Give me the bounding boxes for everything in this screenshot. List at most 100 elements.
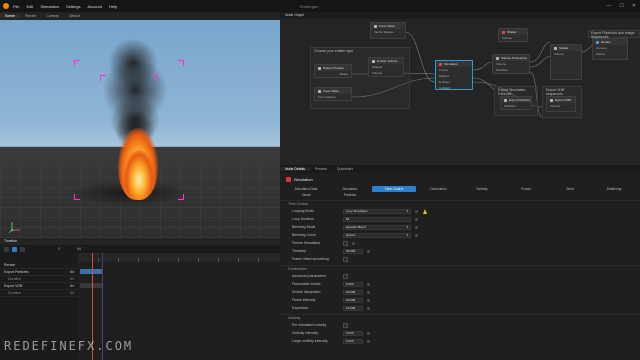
minimize-button[interactable]: — — [606, 3, 611, 9]
export-flipbook-comment[interactable]: Export Flipbooks and image Sequences — [588, 30, 640, 39]
node-volume-processing[interactable]: Volume Processing Volume Particles — [492, 54, 530, 74]
menu-file[interactable]: File — [13, 4, 19, 9]
play-button[interactable] — [12, 246, 17, 252]
maximize-button[interactable]: ☐ — [619, 3, 623, 9]
timeline-toolbar: 0 64 — [0, 245, 280, 253]
tab-render[interactable]: Render — [20, 14, 41, 18]
timeline-ruler[interactable] — [78, 253, 280, 262]
frame-offset-checkbox[interactable] — [343, 256, 348, 262]
node-emitter-volume[interactable]: Emitter Volume Shapes Volume — [368, 57, 404, 77]
tab-time-control[interactable]: Time Control — [372, 186, 416, 192]
reset-icon[interactable] — [367, 298, 370, 302]
watermark: REDEFINEFX.COM — [4, 339, 134, 353]
section-header[interactable]: Vorticity — [280, 314, 640, 321]
3d-viewport[interactable] — [0, 20, 280, 238]
node-port[interactable]: Volume — [499, 35, 527, 41]
tab-scene[interactable]: Scene — [0, 14, 20, 18]
reset-icon[interactable] — [415, 233, 418, 237]
node-title: Force Wave — [379, 24, 396, 28]
reset-icon[interactable] — [367, 282, 370, 286]
close-button[interactable]: ✕ — [632, 3, 636, 9]
reset-icon[interactable] — [367, 249, 370, 253]
track-bar[interactable] — [80, 283, 102, 288]
timestep-field[interactable]: 30.000 — [343, 248, 363, 254]
node-port[interactable]: Vector Shapes — [371, 29, 405, 35]
large-vorticity-intensity-field[interactable]: 0.400 — [343, 338, 363, 344]
node-render[interactable]: Render Camera Scene — [592, 38, 628, 60]
flame-intensity-field[interactable]: 20.000 — [343, 297, 363, 303]
reset-icon[interactable] — [367, 290, 370, 294]
tab-node-details[interactable]: Node Details — [280, 167, 311, 171]
menu-edit[interactable]: Edit — [26, 4, 33, 9]
node-force-wave[interactable]: Force Wave Force Waves — [314, 87, 352, 101]
tab-combustion[interactable]: Combustion — [416, 186, 460, 192]
timeline-row[interactable]: Export VDB 64 — [0, 283, 78, 290]
tab-shattering[interactable]: Shattering — [592, 186, 636, 192]
expansion-field[interactable]: 10.000 — [343, 305, 363, 311]
node-port[interactable]: Force Waves — [315, 94, 351, 100]
property-row: Smoke dissipation 20.000 — [280, 288, 640, 296]
tab-quickstart[interactable]: Quickstart — [332, 167, 358, 171]
skip-start-button[interactable] — [4, 246, 9, 252]
tab-visual[interactable]: Visual — [284, 192, 328, 198]
node-port[interactable]: Volume — [369, 70, 403, 76]
frame-start[interactable]: 0 — [58, 247, 60, 251]
node-shape-primitive[interactable]: Shape Primitive Shape — [314, 64, 352, 78]
tab-wind[interactable]: Wind — [548, 186, 592, 192]
tab-presets[interactable]: Presets — [310, 167, 332, 171]
node-force-wave[interactable]: Force Wave Vector Shapes — [370, 22, 406, 39]
reset-icon[interactable] — [415, 225, 418, 229]
blending-mode-select[interactable]: Episodic Blend ▾ — [343, 224, 411, 230]
bounds-corner — [152, 75, 158, 81]
smoke-dissipation-field[interactable]: 20.000 — [343, 289, 363, 295]
node-port[interactable]: Shape — [315, 71, 351, 77]
timeline-row[interactable]: Export Particles 64 — [0, 269, 78, 276]
node-port[interactable]: Scene — [593, 51, 627, 57]
skip-end-button[interactable] — [20, 246, 25, 252]
node-export-particles[interactable]: Export Particles Particles — [500, 96, 532, 110]
tab-vorticity[interactable]: Vorticity — [460, 186, 504, 192]
node-shader[interactable]: Shader Volume — [498, 28, 528, 42]
per-simulated-vorticity-checkbox[interactable] — [343, 322, 348, 328]
menu-account[interactable]: Account — [88, 4, 102, 9]
reset-icon[interactable] — [367, 339, 370, 343]
advanced-parameters-checkbox[interactable] — [343, 273, 348, 279]
reset-icon[interactable] — [367, 331, 370, 335]
blending-curve-select[interactable]: Quintic ▾ — [343, 232, 411, 238]
node-port[interactable]: Volume — [551, 51, 581, 57]
loop-duration-field[interactable]: 64 — [343, 216, 411, 222]
flammable-smoke-field[interactable]: 0.250 — [343, 281, 363, 287]
reset-icon[interactable] — [415, 209, 418, 213]
section-header[interactable]: Combustion — [280, 265, 640, 272]
timeline-row[interactable]: Duration 64 — [0, 276, 78, 283]
node-graph-panel[interactable]: Node Graph Choose your emitter type Forc… — [280, 12, 640, 165]
menu-help[interactable]: Help — [109, 4, 117, 9]
node-icon — [372, 59, 375, 63]
reset-icon[interactable] — [367, 306, 370, 310]
tab-default[interactable]: Default — [64, 14, 85, 18]
node-port[interactable]: Particles — [493, 67, 529, 73]
node-port[interactable]: Volume — [547, 103, 575, 109]
node-simulation[interactable]: Simulation Forces Shapes Emitters Collid… — [435, 60, 473, 90]
reset-icon[interactable] — [415, 217, 418, 221]
node-port[interactable]: Colliders — [436, 85, 472, 91]
tab-forces[interactable]: Forces — [504, 186, 548, 192]
vorticity-intensity-field[interactable]: 0.000 — [343, 330, 363, 336]
menu-settings[interactable]: Settings — [66, 4, 80, 9]
properties-tabs: Node Details Presets Quickstart — [280, 165, 640, 173]
node-scatter[interactable]: Scatter Volume — [550, 44, 582, 80]
track-bar[interactable] — [80, 269, 102, 274]
frame-end[interactable]: 64 — [77, 247, 81, 251]
tab-particles[interactable]: Particles — [328, 192, 372, 198]
looping-mode-select[interactable]: Loop Simulation ▾ — [343, 208, 411, 214]
reset-icon[interactable] — [352, 241, 355, 245]
freeze-simulation-checkbox[interactable] — [343, 240, 348, 246]
timeline-row[interactable]: Duration 64 — [0, 290, 78, 297]
node-export-vdb[interactable]: Export VDB Volume — [546, 96, 576, 112]
menu-simulation[interactable]: Simulation — [40, 4, 59, 9]
node-port[interactable]: Particles — [501, 103, 531, 109]
timeline-track-list: Render Export Particles 64 Duration 64 Exp… — [0, 262, 78, 297]
timeline-row[interactable]: Render — [0, 262, 78, 269]
tab-camera[interactable]: Camera — [41, 14, 63, 18]
section-header[interactable]: Time Control — [280, 200, 640, 207]
